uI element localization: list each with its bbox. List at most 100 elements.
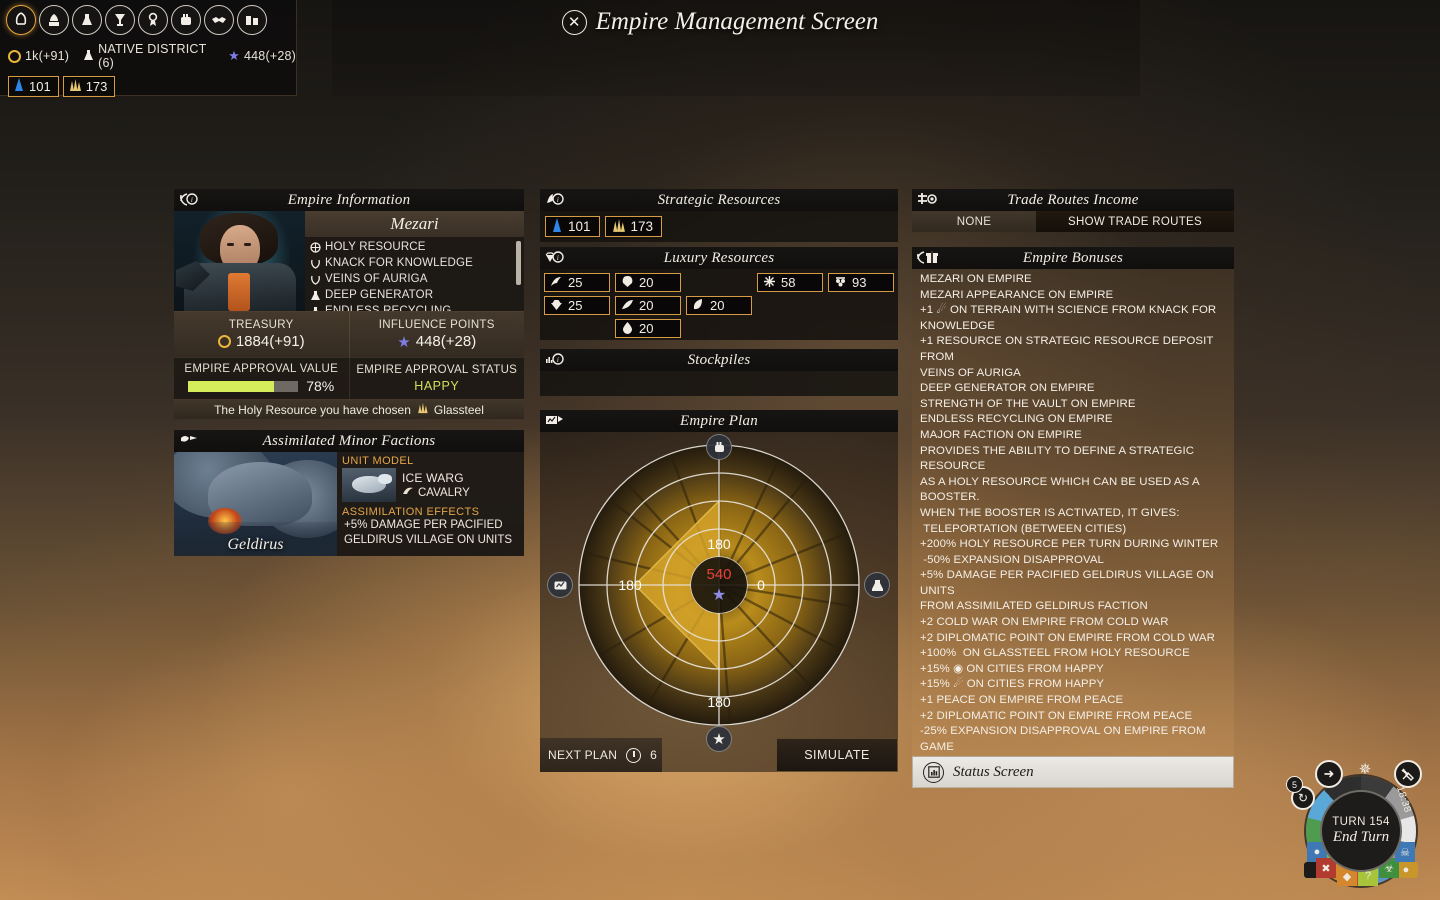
- luxury-resource-snowflake[interactable]: 58: [757, 273, 823, 292]
- claw-icon: [550, 275, 563, 291]
- faction-trait-label: VEINS OF AURIGA: [325, 273, 428, 285]
- empire-bonuses-list[interactable]: MEZARI ON EMPIRE MEZARI APPEARANCE ON EMP…: [912, 269, 1234, 776]
- faction-trait-label: KNACK FOR KNOWLEDGE: [325, 257, 473, 269]
- faction-trait-label: DEEP GENERATOR: [325, 289, 434, 301]
- empire-bonus-line: FROM ASSIMILATED GELDIRUS FACTION: [920, 600, 1148, 613]
- empire-bonus-line: +200% HOLY RESOURCE PER TURN DURING WINT…: [920, 538, 1219, 551]
- empire-information-stats: TREASURY 1884(+91) INFLUENCE POINTS ★ 44…: [174, 311, 524, 357]
- end-turn-widget: ● ● ✖ ◆ ? ☣ ☠ TURN 154 End Turn ✵ 18:38 …: [1286, 758, 1432, 898]
- empire-plan-title: Empire Plan: [680, 412, 758, 429]
- empire-bonus-line: +2 DIPLOMATIC POINT ON EMPIRE FROM COLD …: [920, 631, 1215, 644]
- dust-icon: [8, 49, 21, 63]
- luxury-resources-title-bar: i Luxury Resources: [540, 247, 898, 269]
- unit-model-label: UNIT MODEL: [342, 455, 414, 467]
- strategic-resources-title: Strategic Resources: [657, 191, 781, 208]
- plan-icon: [545, 412, 565, 429]
- next-plan-button[interactable]: NEXT PLAN 6: [540, 738, 662, 772]
- svg-text:i: i: [191, 196, 193, 204]
- trade-routes-panel: Trade Routes Income NONE SHOW TRADE ROUT…: [912, 189, 1234, 232]
- bar-chart-icon: [923, 761, 944, 783]
- clock-icon: [626, 747, 642, 763]
- gem-icon: [550, 298, 563, 314]
- options-button[interactable]: [1394, 760, 1422, 788]
- hud-resource-glassteel[interactable]: 173: [62, 76, 116, 97]
- influence-value-row: ★ 448(+28): [397, 333, 476, 351]
- empire-bonus-line: +15% ◉ ON CITIES FROM HAPPY: [920, 662, 1104, 675]
- empire-bonus-line: ENDLESS RECYCLING ON EMPIRE: [920, 413, 1113, 426]
- luxury-resource-grapes-value: 93: [852, 275, 867, 290]
- stockpiles-body: [540, 371, 898, 396]
- radar-center-star: ★: [712, 587, 726, 604]
- assimilation-effect-line: GELDIRUS VILLAGE ON UNITS: [344, 534, 513, 546]
- plan-node-military[interactable]: [706, 434, 732, 460]
- status-screen-button[interactable]: Status Screen: [912, 756, 1234, 788]
- stockpiles-title-bar: i Stockpiles: [540, 349, 898, 371]
- luxury-resources-body: 25 20 58 93 25 20 20 20: [540, 269, 898, 340]
- empire-bonus-line: +2 COLD WAR ON EMPIRE FROM COLD WAR: [920, 616, 1169, 629]
- show-trade-routes-button[interactable]: SHOW TRADE ROUTES: [1036, 211, 1234, 232]
- minor-faction-icon: [179, 432, 199, 449]
- close-icon[interactable]: ✕: [561, 9, 587, 35]
- luxury-resource-gem[interactable]: 25: [544, 296, 610, 315]
- influence-label: INFLUENCE POINTS: [378, 318, 495, 331]
- laurel-icon: [309, 274, 321, 285]
- snowflake-icon: [763, 275, 776, 291]
- grapes-icon: [834, 275, 847, 291]
- status-screen-label: Status Screen: [953, 763, 1034, 780]
- influence-value: 448(+28): [415, 333, 477, 350]
- luxury-resource-leaf[interactable]: 20: [686, 296, 752, 315]
- cavalry-icon: [402, 486, 414, 499]
- bonuses-gift-icon: [917, 249, 939, 266]
- strategic-info-icon: i: [545, 191, 564, 208]
- treasury-label: TREASURY: [228, 319, 294, 331]
- faction-traits-list[interactable]: HOLY RESOURCE KNACK FOR KNOWLEDGE VEINS …: [305, 237, 524, 311]
- plan-node-science[interactable]: [864, 572, 890, 598]
- faction-trait: DEEP GENERATOR: [309, 287, 520, 303]
- luxury-row: 20: [544, 319, 894, 338]
- traits-scrollbar[interactable]: [516, 241, 521, 285]
- luxury-resource-shell[interactable]: 20: [615, 273, 681, 292]
- empire-bonus-line: AS A HOLY RESOURCE WHICH CAN BE USED AS …: [920, 475, 1203, 504]
- empire-plan-radar-chart[interactable]: 180 180 180 0 540 ★ ★: [540, 432, 898, 752]
- luxury-resource-gem-value: 25: [568, 298, 583, 313]
- shell-icon: [621, 275, 634, 291]
- simulate-label: SIMULATE: [804, 748, 870, 762]
- hud-influence-value: 448(+28): [244, 49, 296, 63]
- treasury-value: 1884(+91): [235, 333, 305, 350]
- luxury-resource-claw[interactable]: 25: [544, 273, 610, 292]
- empire-bonus-line: +1 PEACE ON EMPIRE FROM PEACE: [920, 694, 1124, 707]
- faction-trait: KNACK FOR KNOWLEDGE: [309, 255, 520, 271]
- simulate-button[interactable]: SIMULATE: [776, 738, 898, 772]
- faction-trait-label: HOLY RESOURCE: [325, 241, 426, 253]
- hud-resource-titanium[interactable]: 101: [8, 76, 59, 97]
- approval-percent: 78%: [306, 378, 335, 394]
- screen-header: ✕ Empire Management Screen: [0, 8, 1440, 36]
- holy-icon: [309, 241, 321, 253]
- svg-text:i: i: [557, 196, 559, 204]
- hud-district-stat: NATIVE DISTRICT (6): [83, 42, 214, 70]
- titanium-icon: [551, 217, 563, 236]
- approval-progress-fill: [188, 380, 275, 392]
- empire-plan-body: 180 180 180 0 540 ★ ★ NEXT PLAN 6 SIMULA…: [540, 432, 898, 772]
- luxury-resource-feather-value: 20: [639, 298, 654, 313]
- luxury-resource-grapes[interactable]: 93: [828, 273, 894, 292]
- empire-information-title-bar: i Empire Information: [174, 189, 524, 211]
- faction-leader-portrait: [174, 211, 305, 311]
- trade-route-icon: [917, 191, 937, 208]
- plan-node-economy[interactable]: [547, 572, 573, 598]
- next-unit-button[interactable]: ➜: [1315, 760, 1343, 788]
- hud-influence-stat: ★ 448(+28): [228, 48, 296, 64]
- empire-plan-title-bar: Empire Plan: [540, 410, 898, 432]
- empire-bonus-line: DEEP GENERATOR ON EMPIRE: [920, 382, 1095, 395]
- titanium-icon: [13, 78, 25, 95]
- stockpiles-info-icon: i: [545, 351, 564, 368]
- luxury-resource-feather[interactable]: 20: [615, 296, 681, 315]
- strategic-resource-glassteel[interactable]: 173: [604, 216, 663, 237]
- minor-faction-artwork: Geldirus: [174, 452, 337, 556]
- empire-bonus-line: TELEPORTATION (BETWEEN CITIES): [920, 522, 1127, 535]
- minor-faction-info: UNIT MODEL ICE WARG CAVALRY ASSIMILATION…: [337, 452, 524, 556]
- end-turn-button[interactable]: TURN 154 End Turn: [1320, 790, 1402, 872]
- strategic-resource-titanium-value: 101: [568, 219, 591, 234]
- luxury-resource-droplet[interactable]: 20: [615, 319, 681, 338]
- strategic-resource-titanium[interactable]: 101: [545, 216, 600, 237]
